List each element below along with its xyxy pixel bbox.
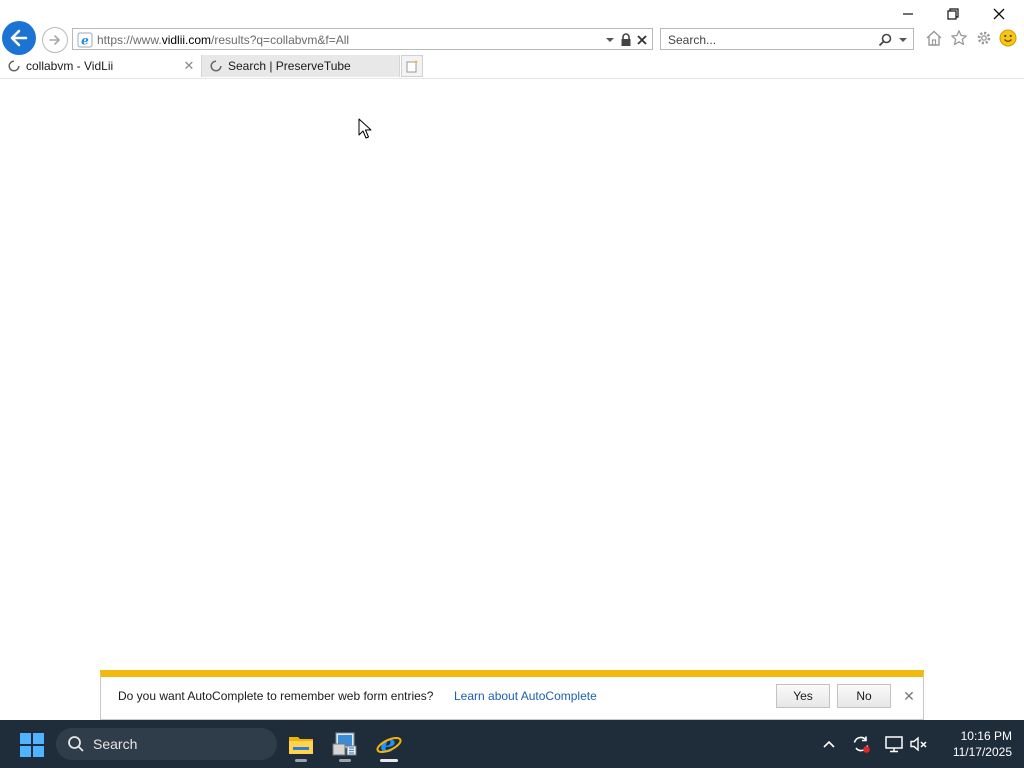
back-button[interactable] xyxy=(2,21,36,55)
clock-time: 10:16 PM xyxy=(960,729,1012,743)
restore-icon xyxy=(947,8,959,20)
network-icon[interactable] xyxy=(882,732,906,756)
no-button[interactable]: No xyxy=(837,684,891,708)
url-path: /results?q=collabvm&f=All xyxy=(211,33,350,47)
minimize-button[interactable] xyxy=(893,2,923,26)
home-icon[interactable] xyxy=(924,28,944,48)
tab-strip: collabvm - VidLii ✕ Search | PreserveTub… xyxy=(0,55,1024,79)
sync-icon[interactable] xyxy=(849,732,873,756)
windows-start-icon[interactable] xyxy=(20,733,44,757)
settings-gear-icon[interactable] xyxy=(974,28,994,48)
favorites-star-icon[interactable] xyxy=(949,28,969,48)
chevron-up-icon[interactable] xyxy=(817,732,841,756)
tab-close-icon[interactable]: ✕ xyxy=(182,58,196,73)
search-dropdown-icon[interactable] xyxy=(895,32,911,48)
search-box[interactable]: Search... xyxy=(660,28,914,50)
address-dropdown-icon[interactable] xyxy=(603,32,617,48)
browser-toolbar: e https://www.vidlii.com/results?q=colla… xyxy=(0,0,1024,55)
notification-message: Do you want AutoComplete to remember web… xyxy=(118,689,434,703)
url-prefix: https://www. xyxy=(97,33,162,47)
notification-close-icon[interactable]: ✕ xyxy=(902,688,916,704)
arrow-right-icon xyxy=(49,35,60,45)
url-text[interactable]: https://www.vidlii.com/results?q=collabv… xyxy=(97,33,349,47)
file-explorer-icon[interactable] xyxy=(283,726,319,762)
yes-button[interactable]: Yes xyxy=(776,684,830,708)
running-indicator xyxy=(339,759,351,762)
close-icon xyxy=(993,8,1005,20)
internet-explorer-icon[interactable]: e xyxy=(371,726,407,762)
clock-date: 11/17/2025 xyxy=(952,745,1012,759)
new-tab-icon xyxy=(406,60,419,73)
loading-spinner-icon xyxy=(210,60,222,72)
minimize-icon xyxy=(903,13,913,15)
tab-title: Search | PreserveTube xyxy=(228,59,351,73)
address-bar[interactable]: e https://www.vidlii.com/results?q=colla… xyxy=(72,28,653,50)
loading-spinner-icon xyxy=(8,60,20,72)
taskbar-clock[interactable]: 10:16 PM 11/17/2025 xyxy=(936,728,1012,760)
control-panel-icon[interactable] xyxy=(327,726,363,762)
tab-title: collabvm - VidLii xyxy=(26,59,114,73)
active-indicator xyxy=(380,759,398,762)
new-tab-button[interactable] xyxy=(401,55,423,77)
learn-autocomplete-link[interactable]: Learn about AutoComplete xyxy=(454,689,597,703)
arrow-left-icon xyxy=(10,29,28,47)
ie-page-icon: e xyxy=(77,32,93,48)
taskbar-search-label: Search xyxy=(93,736,138,752)
url-domain: vidlii.com xyxy=(161,33,212,47)
page-content xyxy=(0,79,1024,720)
tab-preservetube[interactable]: Search | PreserveTube xyxy=(201,55,400,77)
search-placeholder: Search... xyxy=(668,33,717,47)
taskbar: Search e 10:16 PM 11/17/2025 xyxy=(0,720,1024,768)
svg-text:e: e xyxy=(81,34,89,48)
autocomplete-notification: Do you want AutoComplete to remember web… xyxy=(100,670,924,720)
mouse-pointer-icon xyxy=(358,118,372,139)
stop-icon[interactable] xyxy=(635,32,649,48)
taskbar-search[interactable]: Search xyxy=(56,728,277,760)
restore-button[interactable] xyxy=(938,2,968,26)
search-icon xyxy=(68,736,84,752)
search-icon[interactable] xyxy=(877,32,893,48)
lock-icon[interactable] xyxy=(619,32,633,48)
tab-vidlii[interactable]: collabvm - VidLii ✕ xyxy=(0,55,200,77)
close-window-button[interactable] xyxy=(984,2,1014,26)
forward-button[interactable] xyxy=(42,27,68,53)
feedback-smiley-icon[interactable] xyxy=(998,28,1018,48)
running-indicator xyxy=(295,759,307,762)
volume-muted-icon[interactable] xyxy=(907,732,931,756)
